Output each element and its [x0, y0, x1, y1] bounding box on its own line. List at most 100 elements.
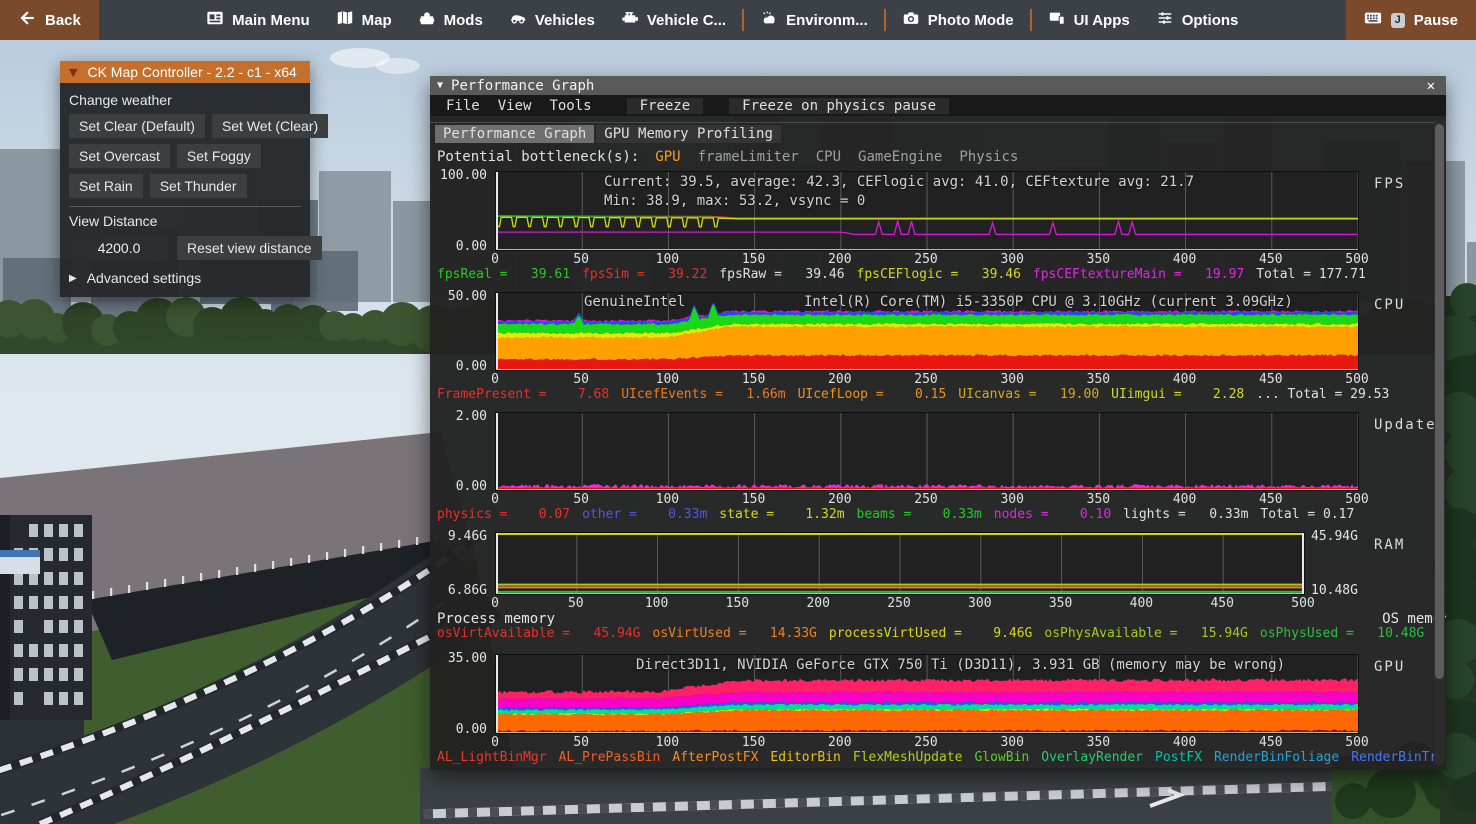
stat-value: FramePresent = 7.68: [437, 387, 609, 402]
ram-stats-row: osVirtAvailable = 45.94GosVirtUsed = 14.…: [437, 626, 1446, 643]
close-icon[interactable]: ✕: [1423, 78, 1439, 94]
ram-axis-label: 9.46G: [448, 529, 487, 544]
x-tick: 100: [656, 735, 679, 750]
menu-item-photo-mode[interactable]: Photo Mode: [889, 0, 1027, 40]
stat-value: fpsReal = 39.61: [437, 267, 570, 282]
x-tick: 300: [1000, 492, 1023, 507]
menu-tools[interactable]: Tools: [540, 98, 600, 114]
fps-axis-label: 100.00: [440, 168, 487, 183]
perf-window-titlebar[interactable]: ▼ Performance Graph ✕: [430, 76, 1446, 95]
toggle-freeze-on-physics-pause[interactable]: Freeze on physics pause: [729, 98, 949, 114]
stat-value: PostFX: [1155, 750, 1202, 765]
x-tick: 300: [1000, 372, 1023, 387]
menu-divider: [742, 9, 744, 31]
x-tick: 250: [914, 372, 937, 387]
x-tick: 250: [914, 252, 937, 267]
stat-value: physics = 0.07: [437, 507, 570, 522]
x-tick: 100: [656, 252, 679, 267]
engine-icon: [621, 9, 639, 31]
cpu-axis-label: 50.00: [448, 289, 487, 304]
set-clear-default-button[interactable]: Set Clear (Default): [69, 114, 205, 138]
x-tick: 100: [656, 492, 679, 507]
stat-value: other = 0.33m: [582, 507, 707, 522]
fps-stats-row: fpsReal = 39.61fpsSim = 39.22fpsRaw = 39…: [437, 267, 1446, 284]
bottleneck-framelimiter: frameLimiter: [698, 149, 799, 165]
x-tick: 150: [726, 596, 749, 611]
menu-item-vehicles[interactable]: Vehicles: [496, 0, 608, 40]
pause-button[interactable]: J Pause: [1346, 0, 1476, 40]
x-tick: 0: [491, 735, 499, 750]
view-distance-input[interactable]: [69, 235, 169, 261]
divider: [69, 206, 301, 207]
x-tick: 150: [742, 492, 765, 507]
menu-item-label: Environm...: [786, 12, 868, 29]
menu-item-mods[interactable]: Mods: [405, 0, 496, 40]
menu-item-label: Vehicle C...: [647, 12, 726, 29]
x-tick: 200: [828, 252, 851, 267]
menu-divider: [1030, 9, 1032, 31]
stat-value: nodes = 0.10: [994, 507, 1111, 522]
update-chart: 2.000.00Update05010015020025030035040045…: [495, 412, 1446, 524]
x-tick: 0: [491, 252, 499, 267]
collapse-triangle-icon[interactable]: ▼: [437, 80, 443, 91]
gpu-x-axis: 050100150200250300350400450500: [495, 734, 1357, 750]
scrollbar[interactable]: [1434, 120, 1445, 765]
x-tick: 450: [1259, 735, 1282, 750]
menu-item-options[interactable]: Options: [1143, 0, 1252, 40]
x-tick: 150: [742, 372, 765, 387]
x-tick: 0: [491, 596, 499, 611]
menu-item-vehicle-c[interactable]: Vehicle C...: [608, 0, 739, 40]
toggle-freeze[interactable]: Freeze: [627, 98, 704, 114]
gpu-plot: Direct3D11, NVIDIA GeForce GTX 750 Ti (D…: [495, 654, 1359, 734]
menu-item-environm[interactable]: Environm...: [747, 0, 881, 40]
x-tick: 50: [573, 252, 589, 267]
menu-item-label: Main Menu: [232, 12, 310, 29]
sliders-icon: [1156, 9, 1174, 31]
charts-area: Current: 39.5, average: 42.3, CEFlogic a…: [430, 171, 1446, 767]
stat-value: beams = 0.33m: [857, 507, 982, 522]
set-wet-clear-button[interactable]: Set Wet (Clear): [212, 114, 328, 138]
stat-value: ... Total = 29.53: [1256, 387, 1389, 402]
x-tick: 450: [1259, 372, 1282, 387]
tab-performance-graph[interactable]: Performance Graph: [435, 125, 594, 143]
ram-axis-label: 45.94G: [1311, 529, 1358, 544]
set-thunder-button[interactable]: Set Thunder: [150, 174, 247, 198]
collapse-triangle-icon[interactable]: ▼: [69, 66, 77, 79]
set-rain-button[interactable]: Set Rain: [69, 174, 143, 198]
reset-view-distance-button[interactable]: Reset view distance: [177, 236, 322, 260]
stat-value: UIcefEvents = 1.66m: [621, 387, 785, 402]
menu-view[interactable]: View: [489, 98, 541, 114]
set-foggy-button[interactable]: Set Foggy: [177, 144, 261, 168]
x-tick: 350: [1049, 596, 1072, 611]
x-tick: 500: [1345, 492, 1368, 507]
x-tick: 0: [491, 372, 499, 387]
advanced-settings-toggle[interactable]: ▶ Advanced settings: [69, 261, 301, 288]
x-tick: 300: [968, 596, 991, 611]
stat-value: AL_LightBinMgr: [437, 750, 547, 765]
menu-item-map[interactable]: Map: [323, 0, 405, 40]
ram-plot: 9.46G6.86G45.94G10.48GRAM: [495, 532, 1305, 595]
x-tick: 300: [1000, 735, 1023, 750]
ck-window-titlebar[interactable]: ▼ CK Map Controller - 2.2 - c1 - x64: [60, 61, 310, 83]
back-button[interactable]: Back: [0, 0, 99, 40]
menu-item-label: Options: [1182, 12, 1239, 29]
cpu-side-label: CPU: [1374, 297, 1405, 313]
stat-value: osVirtAvailable = 45.94G: [437, 626, 641, 641]
x-tick: 350: [1087, 735, 1110, 750]
menu-item-ui-apps[interactable]: UI Apps: [1035, 0, 1143, 40]
menu-file[interactable]: File: [437, 98, 489, 114]
ram-memory-captions: Process memoryOS memory: [437, 611, 1446, 626]
bottleneck-label: Potential bottleneck(s):: [437, 149, 639, 165]
x-tick: 500: [1345, 735, 1368, 750]
stat-value: UIcefLoop = 0.15: [798, 387, 947, 402]
bottleneck-row: Potential bottleneck(s): GPUframeLimiter…: [430, 143, 1446, 171]
update-side-label: Update: [1374, 417, 1437, 433]
x-tick: 350: [1087, 252, 1110, 267]
fps-chart: Current: 39.5, average: 42.3, CEFlogic a…: [495, 171, 1446, 284]
cpu-stats-row: FramePresent = 7.68 UIcefEvents = 1.66m UI…: [437, 387, 1446, 404]
menu-item-main-menu[interactable]: Main Menu: [193, 0, 323, 40]
scrollbar-thumb[interactable]: [1435, 124, 1444, 679]
tab-gpu-memory-profiling[interactable]: GPU Memory Profiling: [596, 125, 781, 143]
set-overcast-button[interactable]: Set Overcast: [69, 144, 170, 168]
bottleneck-cpu: CPU: [816, 149, 841, 165]
